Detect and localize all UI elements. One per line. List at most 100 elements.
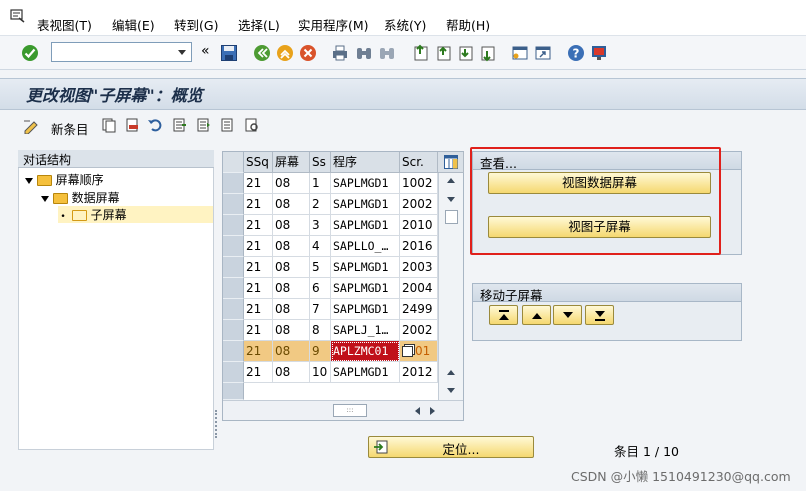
column-header-program[interactable]: 程序 <box>331 152 400 173</box>
scroll-up-icon[interactable] <box>446 176 456 184</box>
table-cell[interactable]: SAPLMGD1 <box>331 278 400 299</box>
column-header-screen[interactable]: 屏幕 <box>273 152 310 173</box>
tree-item-data-screen[interactable]: 数据屏幕 <box>41 189 120 206</box>
value-help-icon[interactable] <box>402 346 413 357</box>
row-selector[interactable] <box>223 194 244 215</box>
expand-icon[interactable] <box>25 177 33 184</box>
cancel-icon[interactable] <box>299 44 317 62</box>
row-selector[interactable] <box>223 320 244 341</box>
table-cell[interactable]: 21 <box>244 173 273 194</box>
select-all-icon[interactable] <box>172 117 188 133</box>
table-cell[interactable]: 3 <box>310 215 331 236</box>
undo-icon[interactable] <box>147 117 163 133</box>
enter-icon[interactable] <box>21 44 39 62</box>
deselect-all-icon[interactable] <box>220 117 236 133</box>
table-cell[interactable]: 08 <box>273 215 310 236</box>
menu-system[interactable]: 系统(Y) <box>384 15 426 34</box>
table-cell[interactable]: 21 <box>244 320 273 341</box>
table-cell[interactable]: SAPLLO_… <box>331 236 400 257</box>
menu-select[interactable]: 选择(L) <box>238 15 280 34</box>
row-selector[interactable] <box>223 341 244 362</box>
table-cell[interactable]: 2002 <box>400 320 438 341</box>
new-entries-button[interactable]: 新条目 <box>51 119 89 138</box>
table-cell[interactable]: 21 <box>244 257 273 278</box>
table-cell[interactable]: 2003 <box>400 257 438 278</box>
move-down-button[interactable] <box>553 305 582 325</box>
locate-button[interactable]: 定位... <box>368 436 534 458</box>
table-cell[interactable]: SAPLMGD1 <box>331 362 400 383</box>
row-selector[interactable] <box>223 173 244 194</box>
move-top-button[interactable] <box>489 305 518 325</box>
table-cell[interactable]: 2 <box>310 194 331 215</box>
horizontal-scrollbar[interactable]: ::: <box>223 400 463 420</box>
delete-icon[interactable] <box>124 117 140 133</box>
menu-edit[interactable]: 编辑(E) <box>112 15 155 34</box>
copy-icon[interactable] <box>101 117 117 133</box>
column-header-ss[interactable]: Ss <box>310 152 331 173</box>
row-selector[interactable] <box>223 257 244 278</box>
table-cell[interactable]: 4 <box>310 236 331 257</box>
table-cell[interactable]: 10 <box>310 362 331 383</box>
table-cell[interactable]: 8 <box>310 320 331 341</box>
table-cell[interactable]: 21 <box>244 194 273 215</box>
row-selector[interactable] <box>223 383 244 400</box>
row-selector[interactable] <box>223 215 244 236</box>
menu-goto[interactable]: 转到(G) <box>174 15 218 34</box>
display-change-icon[interactable] <box>22 118 40 134</box>
table-cell[interactable]: 5 <box>310 257 331 278</box>
first-page-icon[interactable] <box>411 44 429 62</box>
row-selector[interactable] <box>223 278 244 299</box>
table-cell[interactable]: 21 <box>244 236 273 257</box>
menu-table-view[interactable]: 表视图(T) <box>37 15 92 34</box>
scroll-thumb[interactable] <box>445 210 458 224</box>
table-cell[interactable]: 08 <box>273 257 310 278</box>
scroll-left-icon[interactable] <box>413 406 421 416</box>
table-cell[interactable]: SAPLMGD1 <box>331 299 400 320</box>
column-header-scr[interactable]: Scr. <box>400 152 438 173</box>
table-cell[interactable]: 08 <box>273 320 310 341</box>
prev-page-icon[interactable] <box>434 44 452 62</box>
table-cell[interactable]: 7 <box>310 299 331 320</box>
table-cell[interactable]: 21 <box>244 341 273 362</box>
collapse-icon[interactable]: « <box>201 43 210 59</box>
table-cell[interactable]: 21 <box>244 362 273 383</box>
table-cell[interactable]: 2016 <box>400 236 438 257</box>
table-cell[interactable]: 21 <box>244 215 273 236</box>
scroll-down-icon[interactable] <box>446 387 456 395</box>
select-all-cell[interactable] <box>223 152 244 173</box>
back-icon[interactable] <box>253 44 271 62</box>
tree-item-subscreen[interactable]: • 子屏幕 <box>58 206 213 223</box>
help-icon[interactable]: ? <box>567 44 585 62</box>
table-cell[interactable]: 08 <box>273 173 310 194</box>
table-cell[interactable]: 6 <box>310 278 331 299</box>
table-cell[interactable]: 21 <box>244 278 273 299</box>
row-selector[interactable] <box>223 362 244 383</box>
table-cell[interactable]: 2002 <box>400 194 438 215</box>
table-cell[interactable]: SAPLMGD1 <box>331 215 400 236</box>
table-cell[interactable]: 1 <box>310 173 331 194</box>
last-page-icon[interactable] <box>478 44 496 62</box>
next-page-icon[interactable] <box>456 44 474 62</box>
chevron-down-icon[interactable] <box>172 42 192 62</box>
table-cell[interactable]: 08 <box>273 299 310 320</box>
move-up-button[interactable] <box>522 305 551 325</box>
hscroll-thumb[interactable]: ::: <box>333 404 367 417</box>
table-cell[interactable]: 08 <box>273 278 310 299</box>
command-field[interactable] <box>51 42 192 62</box>
expand-icon[interactable] <box>41 195 49 202</box>
find-icon[interactable] <box>355 44 373 62</box>
table-cell[interactable]: SAPLMGD1 <box>331 257 400 278</box>
table-cell[interactable]: 08 <box>273 341 310 362</box>
menu-help[interactable]: 帮助(H) <box>446 15 490 34</box>
table-cell[interactable]: 2010 <box>400 215 438 236</box>
table-cell[interactable]: 21 <box>244 299 273 320</box>
menu-utilities[interactable]: 实用程序(M) <box>298 15 369 34</box>
table-cell[interactable]: SAPLMGD1 <box>331 194 400 215</box>
print-icon[interactable] <box>331 44 349 62</box>
table-cell[interactable]: SAPLMGD1 <box>331 173 400 194</box>
customize-icon[interactable] <box>590 44 608 62</box>
tree-item-screen-sequence[interactable]: 屏幕顺序 <box>25 171 104 188</box>
new-session-icon[interactable] <box>511 44 529 62</box>
table-cell[interactable]: SAPLJ_1… <box>331 320 400 341</box>
vertical-scrollbar[interactable] <box>438 173 463 400</box>
